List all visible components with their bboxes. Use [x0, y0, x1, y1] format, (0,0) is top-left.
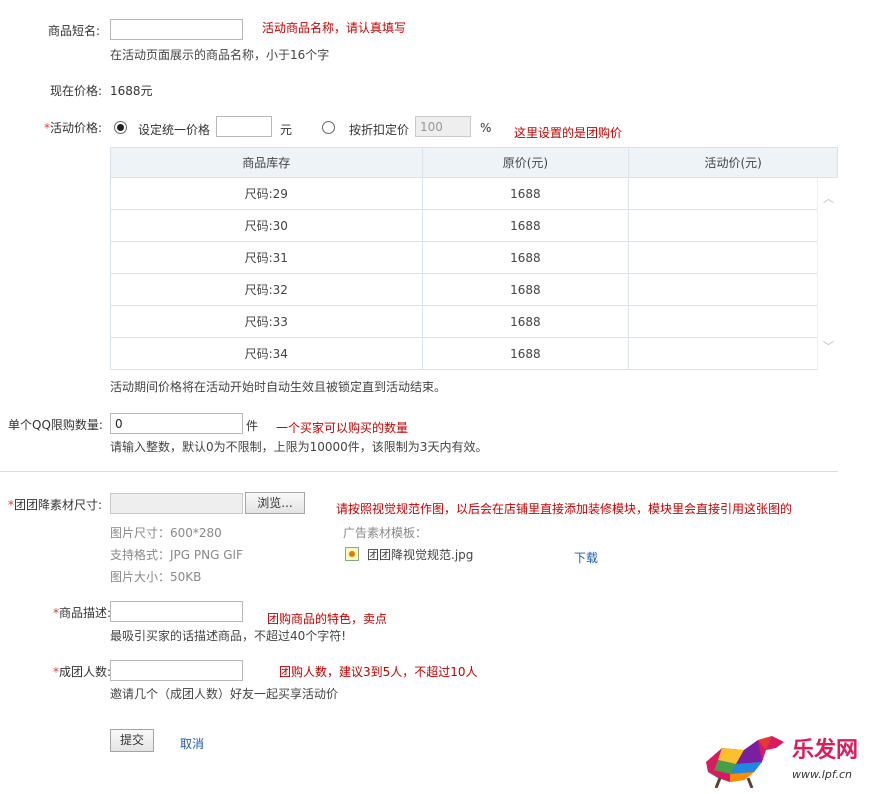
bull-logo-icon — [706, 736, 784, 788]
original-price-cell: 1688 — [421, 305, 630, 338]
discount-input[interactable] — [415, 116, 471, 137]
sku-cell: 尺码:33 — [110, 305, 423, 338]
activity-price-label: *活动价格: — [44, 121, 103, 135]
column-header-original-price: 原价(元) — [421, 147, 630, 178]
description-label: *商品描述: — [53, 606, 112, 620]
percent-unit: % — [480, 121, 492, 135]
original-price-cell: 1688 — [421, 273, 630, 306]
group-size-hint: 邀请几个（成团人数）好友一起买享活动价 — [110, 687, 339, 701]
qq-limit-annotation: 一个买家可以购买的数量 — [276, 421, 409, 435]
description-hint: 最吸引买家的话描述商品，不超过40个字符! — [110, 629, 347, 643]
watermark-brand: 乐发网 — [792, 737, 859, 763]
description-input[interactable] — [110, 601, 243, 622]
table-row: 尺码:29 1688 — [110, 177, 838, 210]
activity-price-cell[interactable] — [628, 305, 838, 338]
group-size-label: *成团人数: — [53, 665, 112, 679]
submit-button[interactable]: 提交 — [110, 729, 154, 752]
short-name-annotation: 活动商品名称，请认真填写 — [262, 21, 407, 35]
price-table-header: 商品库存 原价(元) 活动价(元) — [110, 147, 838, 178]
material-formats: 支持格式：JPG PNG GIF — [110, 548, 243, 562]
browse-button[interactable]: 浏览... — [245, 492, 305, 514]
material-filesize: 图片大小：50KB — [110, 570, 202, 584]
uniform-price-option-label: 设定统一价格 — [138, 123, 211, 137]
table-row: 尺码:31 1688 — [110, 241, 838, 274]
activity-price-hint: 活动期间价格将在活动开始时自动生效且被锁定直到活动结束。 — [110, 380, 447, 394]
discount-price-radio[interactable] — [322, 121, 335, 134]
watermark-logo: 乐发网 www.lpf.cn — [700, 728, 870, 790]
table-scrollbar[interactable]: ︿ ﹀ — [817, 178, 838, 370]
original-price-cell: 1688 — [421, 337, 630, 370]
price-table: 商品库存 原价(元) 活动价(元) 尺码:29 1688 尺码:30 1688 … — [110, 147, 838, 370]
activity-price-annotation: 这里设置的是团购价 — [514, 126, 623, 140]
group-size-annotation: 团购人数，建议3到5人，不超过10人 — [279, 665, 478, 679]
sku-cell: 尺码:31 — [110, 241, 423, 274]
cancel-link[interactable]: 取消 — [180, 735, 204, 752]
template-label: 广告素材模板： — [343, 526, 428, 540]
sku-cell: 尺码:29 — [110, 177, 423, 210]
watermark-url: www.lpf.cn — [792, 768, 853, 781]
table-row: 尺码:34 1688 — [110, 337, 838, 370]
material-size: 图片尺寸：600*280 — [110, 526, 222, 540]
material-label: *团团降素材尺寸: — [8, 498, 103, 512]
yuan-unit: 元 — [280, 123, 293, 137]
material-annotation: 请按照视觉规范作图，以后会在店铺里直接添加装修模块，模块里会直接引用这张图的 — [336, 502, 793, 516]
short-name-hint: 在活动页面展示的商品名称，小于16个字 — [110, 48, 330, 62]
table-row: 尺码:33 1688 — [110, 305, 838, 338]
discount-option-label: 按折扣定价 — [349, 123, 410, 137]
qq-limit-unit: 件 — [246, 419, 259, 433]
short-name-label: 商品短名: — [48, 24, 101, 38]
original-price-cell: 1688 — [421, 177, 630, 210]
original-price-cell: 1688 — [421, 209, 630, 242]
qq-limit-hint: 请输入整数，默认0为不限制，上限为10000件，该限制为3天内有效。 — [110, 440, 488, 454]
scroll-down-icon[interactable]: ﹀ — [823, 338, 834, 354]
download-link[interactable]: 下载 — [574, 549, 598, 566]
sku-cell: 尺码:34 — [110, 337, 423, 370]
current-price-label: 现在价格: — [50, 84, 103, 98]
group-size-input[interactable] — [110, 660, 243, 681]
sku-cell: 尺码:30 — [110, 209, 423, 242]
table-row: 尺码:32 1688 — [110, 273, 838, 306]
current-price-value: 1688元 — [110, 84, 153, 98]
sku-cell: 尺码:32 — [110, 273, 423, 306]
material-file-path — [110, 493, 243, 514]
section-divider — [0, 471, 838, 472]
qq-limit-input[interactable] — [110, 413, 243, 434]
column-header-activity-price: 活动价(元) — [628, 147, 838, 178]
activity-price-cell[interactable] — [628, 241, 838, 274]
description-annotation: 团购商品的特色，卖点 — [267, 612, 388, 626]
original-price-cell: 1688 — [421, 241, 630, 274]
activity-price-cell[interactable] — [628, 337, 838, 370]
qq-limit-label: 单个QQ限购数量: — [8, 418, 103, 432]
table-row: 尺码:30 1688 — [110, 209, 838, 242]
uniform-price-radio[interactable] — [114, 121, 127, 134]
uniform-price-input[interactable] — [216, 116, 272, 137]
activity-price-cell[interactable] — [628, 209, 838, 242]
activity-price-cell[interactable] — [628, 177, 838, 210]
image-file-icon — [345, 547, 359, 561]
activity-price-cell[interactable] — [628, 273, 838, 306]
scroll-up-icon[interactable]: ︿ — [823, 190, 834, 206]
template-file-name: 团团降视觉规范.jpg — [367, 548, 474, 562]
short-name-input[interactable] — [110, 19, 243, 40]
column-header-stock: 商品库存 — [110, 147, 423, 178]
